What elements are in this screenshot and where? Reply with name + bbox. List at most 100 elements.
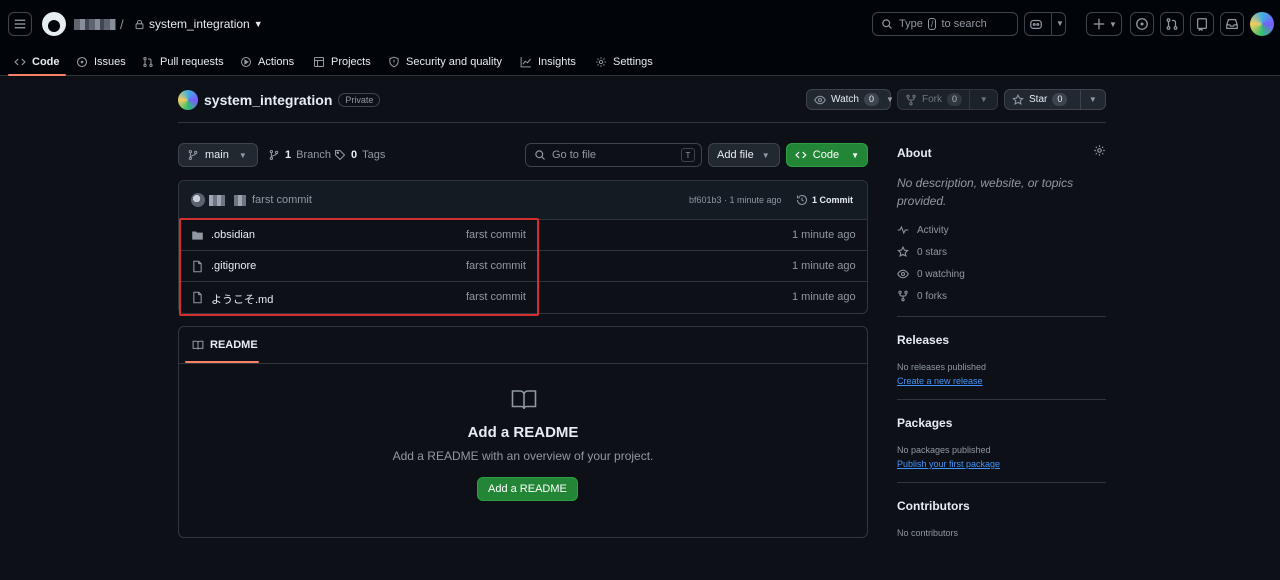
pull-request-icon: [1166, 18, 1178, 30]
file-age: 1 minute ago: [792, 291, 856, 303]
search-placeholder: Type / to search: [899, 18, 987, 30]
search-icon: [535, 150, 545, 160]
tab-readme[interactable]: README: [192, 339, 258, 351]
star-dropdown[interactable]: ▼: [1079, 90, 1105, 109]
user-avatar[interactable]: [1250, 12, 1274, 36]
chevron-down-icon: ▼: [1088, 95, 1097, 104]
tab-label: Code: [32, 56, 60, 68]
code-button-label: Code: [812, 149, 840, 161]
forks-link[interactable]: 0 forks: [897, 290, 947, 302]
breadcrumb-separator: /: [120, 17, 124, 32]
github-logo-icon[interactable]: [42, 12, 66, 36]
activity-link[interactable]: Activity: [897, 224, 949, 236]
tag-count-label: Tags: [362, 149, 386, 161]
star-button[interactable]: Star 0 ▼: [1004, 89, 1106, 110]
branches-link[interactable]: 1 Branch: [268, 149, 331, 161]
plus-icon: [1093, 18, 1105, 30]
book-icon: [511, 390, 537, 410]
issues-button[interactable]: [1130, 12, 1154, 36]
readme-tab-underline: [185, 361, 259, 363]
packages-empty: No packages published: [897, 445, 991, 455]
fork-label: Fork: [922, 94, 942, 105]
repo-icon: [1197, 18, 1207, 31]
code-icon: [795, 151, 807, 159]
tab-label: Projects: [331, 56, 371, 68]
tags-link[interactable]: 0 Tags: [334, 149, 385, 161]
fork-dropdown[interactable]: ▼: [969, 90, 997, 109]
tab-security[interactable]: Security and quality: [388, 48, 502, 76]
watchers-link[interactable]: 0 watching: [897, 268, 965, 280]
commit-message[interactable]: farst commit: [252, 194, 312, 206]
gear-icon: [596, 57, 606, 67]
sidebar-divider: [897, 482, 1106, 483]
chevron-down-icon: ▼: [1109, 19, 1117, 29]
tab-label: Insights: [538, 56, 576, 68]
readme-panel: README Add a README Add a README with an…: [178, 326, 868, 538]
repo-breadcrumb-label: system_integration: [149, 17, 250, 31]
eye-icon: [897, 269, 909, 279]
inbox-icon: [1226, 19, 1238, 29]
tab-code[interactable]: Code: [8, 48, 65, 76]
pull-request-icon: [143, 56, 153, 68]
packages-title[interactable]: Packages: [897, 416, 952, 430]
copilot-icon: [1030, 19, 1042, 29]
copilot-button[interactable]: ▼: [1024, 12, 1066, 36]
repo-title[interactable]: system_integration: [204, 92, 332, 108]
commit-history-link[interactable]: 1 Commit: [796, 194, 853, 206]
committer-avatar[interactable]: [191, 193, 205, 207]
publish-package-link[interactable]: Publish your first package: [897, 459, 1000, 469]
tab-label: Security and quality: [406, 56, 502, 68]
branch-name: main: [205, 149, 229, 161]
watching-label: 0 watching: [917, 268, 965, 280]
releases-empty: No releases published: [897, 362, 987, 372]
owner-name-redacted[interactable]: [74, 19, 116, 30]
tab-issues[interactable]: Issues: [76, 48, 126, 76]
sidebar-divider: [897, 399, 1106, 400]
latest-commit-row: farst commit bf601b3 · 1 minute ago 1 Co…: [179, 181, 867, 220]
watch-main[interactable]: Watch 0: [807, 90, 886, 109]
star-count: 0: [1052, 93, 1068, 106]
releases-title[interactable]: Releases: [897, 333, 949, 347]
committer-name-redacted[interactable]: [209, 195, 225, 206]
tab-insights[interactable]: Insights: [520, 48, 576, 76]
star-main[interactable]: Star 0: [1005, 90, 1080, 109]
committer-name-redacted[interactable]: [234, 195, 246, 206]
stars-link[interactable]: 0 stars: [897, 246, 947, 258]
search-input[interactable]: Type / to search: [872, 12, 1018, 36]
gear-icon[interactable]: [1093, 144, 1106, 157]
create-new-button[interactable]: ▼: [1086, 12, 1122, 36]
top-bar: / system_integration ▼ Type / to search …: [0, 0, 1280, 48]
fork-main[interactable]: Fork 0: [898, 90, 969, 109]
tab-actions[interactable]: Actions: [240, 48, 294, 76]
lock-icon: [135, 19, 144, 29]
tab-settings[interactable]: Settings: [595, 48, 653, 76]
file-age: 1 minute ago: [792, 260, 856, 272]
pull-requests-button[interactable]: [1160, 12, 1184, 36]
fork-button[interactable]: Fork 0 ▼: [897, 89, 998, 110]
branch-count-label: Branch: [296, 149, 331, 161]
commit-sha-time[interactable]: bf601b3 · 1 minute ago: [689, 195, 782, 205]
contributors-title[interactable]: Contributors: [897, 499, 970, 513]
code-button[interactable]: Code ▼: [786, 143, 868, 167]
repo-nav-tabs: Code Issues Pull requests Actions Projec…: [0, 48, 1280, 76]
repo-breadcrumb[interactable]: system_integration ▼: [134, 17, 263, 31]
add-readme-button[interactable]: Add a README: [477, 477, 578, 501]
owner-avatar[interactable]: [178, 90, 198, 110]
branch-select-button[interactable]: main ▼: [178, 143, 258, 167]
repositories-button[interactable]: [1190, 12, 1214, 36]
inbox-button[interactable]: [1220, 12, 1244, 36]
tab-projects[interactable]: Projects: [313, 48, 371, 76]
global-header: / system_integration ▼ Type / to search …: [0, 0, 1280, 76]
stars-label: 0 stars: [917, 246, 948, 258]
add-file-label: Add file: [717, 149, 754, 161]
go-to-file-input[interactable]: Go to file T: [525, 143, 702, 167]
watch-button[interactable]: Watch 0 ▼: [806, 89, 894, 110]
branch-icon: [269, 149, 279, 161]
menu-button[interactable]: [8, 12, 32, 36]
create-release-link[interactable]: Create a new release: [897, 376, 983, 386]
tab-pull-requests[interactable]: Pull requests: [142, 48, 224, 76]
readme-tabbar: README: [179, 327, 867, 364]
star-label: Star: [1029, 94, 1048, 105]
add-file-button[interactable]: Add file ▼: [708, 143, 780, 167]
chevron-down-icon: ▼: [761, 150, 770, 160]
